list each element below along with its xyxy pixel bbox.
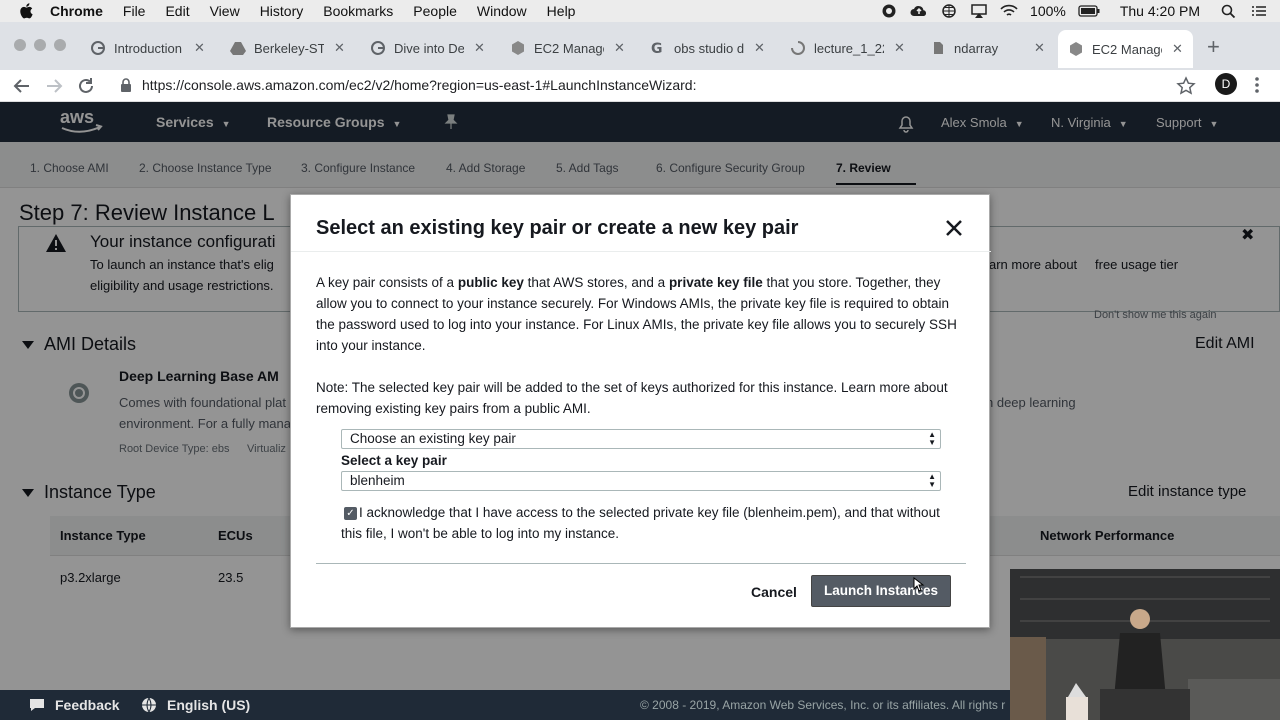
clock[interactable]: Thu 4:20 PM: [1120, 3, 1200, 19]
lock-icon[interactable]: [120, 78, 132, 92]
cancel-button[interactable]: Cancel: [751, 584, 797, 600]
menu-bookmarks[interactable]: Bookmarks: [323, 3, 393, 19]
acknowledge-text: I acknowledge that I have access to the …: [341, 505, 940, 541]
tab-title: Dive into De: [394, 40, 464, 56]
tab-title: ndarray: [954, 40, 999, 56]
more-menu-icon[interactable]: [1254, 75, 1260, 95]
key-pair-dialog: Select an existing key pair or create a …: [290, 194, 991, 628]
menu-window[interactable]: Window: [477, 3, 527, 19]
tab-title: Berkeley-ST: [254, 40, 324, 56]
tab-close-icon[interactable]: ✕: [1034, 40, 1045, 56]
tab-close-icon[interactable]: ✕: [754, 40, 765, 56]
window-minimize-button[interactable]: [34, 39, 46, 51]
dialog-footer-divider: [316, 563, 966, 564]
tab-close-icon[interactable]: ✕: [614, 40, 625, 56]
browser-toolbar: https://console.aws.amazon.com/ec2/v2/ho…: [0, 70, 1280, 102]
svg-text:G: G: [651, 41, 663, 56]
google-icon: [91, 41, 105, 55]
launch-instances-button[interactable]: Launch Instances: [811, 575, 951, 607]
close-icon[interactable]: [945, 219, 963, 237]
browser-tab-active[interactable]: EC2 Manage ✕: [1058, 30, 1193, 68]
browser-tab[interactable]: lecture_1_22/ ✕: [790, 36, 905, 60]
private-key-term: private key file: [668, 275, 763, 290]
search-icon[interactable]: [1220, 4, 1238, 18]
tab-title: obs studio d: [674, 40, 744, 56]
select-arrows-icon: ▲ ▼: [928, 472, 936, 489]
select-arrows-icon: ▲ ▼: [928, 430, 936, 447]
browser-tab-strip: Introduction ✕ Berkeley-ST ✕ Dive into De ✕…: [0, 22, 1280, 70]
cloud-upload-icon[interactable]: [910, 4, 928, 18]
menu-history[interactable]: History: [260, 3, 304, 19]
tab-close-icon[interactable]: ✕: [894, 40, 905, 56]
key-pair-action-value: Choose an existing key pair: [350, 431, 516, 446]
menu-file[interactable]: File: [123, 3, 146, 19]
mouse-cursor-icon: [913, 577, 925, 592]
public-key-term: public key: [457, 275, 524, 290]
notification-center-icon[interactable]: [1250, 4, 1268, 18]
battery-percent: 100%: [1030, 3, 1066, 19]
doc-icon: [934, 42, 943, 54]
explanation-text: that AWS stores, and a: [523, 275, 669, 290]
reload-icon[interactable]: [76, 76, 96, 96]
aws-cube-icon: [512, 41, 524, 55]
browser-tab[interactable]: EC2 Manage ✕: [510, 36, 625, 60]
select-key-pair-label: Select a key pair: [341, 453, 447, 468]
profile-avatar[interactable]: D: [1215, 73, 1237, 95]
dialog-title: Select an existing key pair or create a …: [316, 217, 799, 239]
loading-icon: [791, 41, 805, 55]
airplay-icon[interactable]: [970, 4, 988, 18]
bookmark-star-icon[interactable]: [1176, 76, 1196, 96]
key-pair-explanation: A key pair consists of a public key that…: [316, 272, 966, 356]
tab-title: lecture_1_22/: [814, 40, 884, 56]
forward-arrow-icon[interactable]: [44, 76, 64, 96]
key-pair-value: blenheim: [350, 473, 405, 488]
google-search-icon: G: [651, 41, 663, 56]
google-icon: [371, 41, 385, 55]
new-tab-button[interactable]: +: [1207, 36, 1220, 58]
url-field[interactable]: https://console.aws.amazon.com/ec2/v2/ho…: [142, 77, 696, 93]
note-text: Note: The selected key pair will be adde…: [316, 380, 948, 395]
browser-tab[interactable]: ndarray ✕: [930, 36, 1045, 60]
back-arrow-icon[interactable]: [12, 76, 32, 96]
tab-close-icon[interactable]: ✕: [474, 40, 485, 56]
battery-icon[interactable]: [1078, 4, 1100, 18]
apple-icon[interactable]: [18, 2, 36, 20]
tab-close-icon[interactable]: ✕: [194, 40, 205, 56]
tab-title: Introduction: [114, 40, 182, 56]
tab-close-icon[interactable]: ✕: [1172, 41, 1183, 57]
dialog-divider: [291, 251, 991, 252]
tab-title: EC2 Manage: [534, 40, 604, 56]
globe-icon[interactable]: [940, 4, 958, 18]
aws-cube-icon: [1070, 42, 1082, 56]
explanation-text: A key pair consists of a: [316, 275, 458, 290]
key-pair-note: Note: The selected key pair will be adde…: [316, 377, 966, 419]
window-close-button[interactable]: [14, 39, 26, 51]
menu-app-name[interactable]: Chrome: [50, 3, 103, 19]
obs-icon[interactable]: [880, 4, 898, 18]
menu-edit[interactable]: Edit: [165, 3, 189, 19]
key-pair-select[interactable]: blenheim ▲ ▼: [341, 471, 941, 491]
tab-title: EC2 Manage: [1092, 41, 1162, 57]
menu-people[interactable]: People: [413, 3, 457, 19]
note-text-end: .: [586, 401, 591, 416]
tab-close-icon[interactable]: ✕: [334, 40, 345, 56]
browser-tab[interactable]: G obs studio d ✕: [650, 36, 765, 60]
macos-menu-bar: Chrome File Edit View History Bookmarks …: [0, 0, 1280, 22]
browser-tab[interactable]: Dive into De ✕: [370, 36, 485, 60]
browser-tab[interactable]: Introduction ✕: [90, 36, 205, 60]
key-pair-action-select[interactable]: Choose an existing key pair ▲ ▼: [341, 429, 941, 449]
menu-help[interactable]: Help: [547, 3, 576, 19]
browser-tab[interactable]: Berkeley-ST ✕: [230, 36, 345, 60]
drive-icon: [230, 42, 246, 55]
removing-key-pairs-link[interactable]: removing existing key pairs from a publi…: [316, 401, 587, 416]
webcam-video: [1010, 569, 1280, 720]
window-zoom-button[interactable]: [54, 39, 66, 51]
menu-view[interactable]: View: [210, 3, 240, 19]
wifi-icon[interactable]: [1000, 4, 1018, 18]
